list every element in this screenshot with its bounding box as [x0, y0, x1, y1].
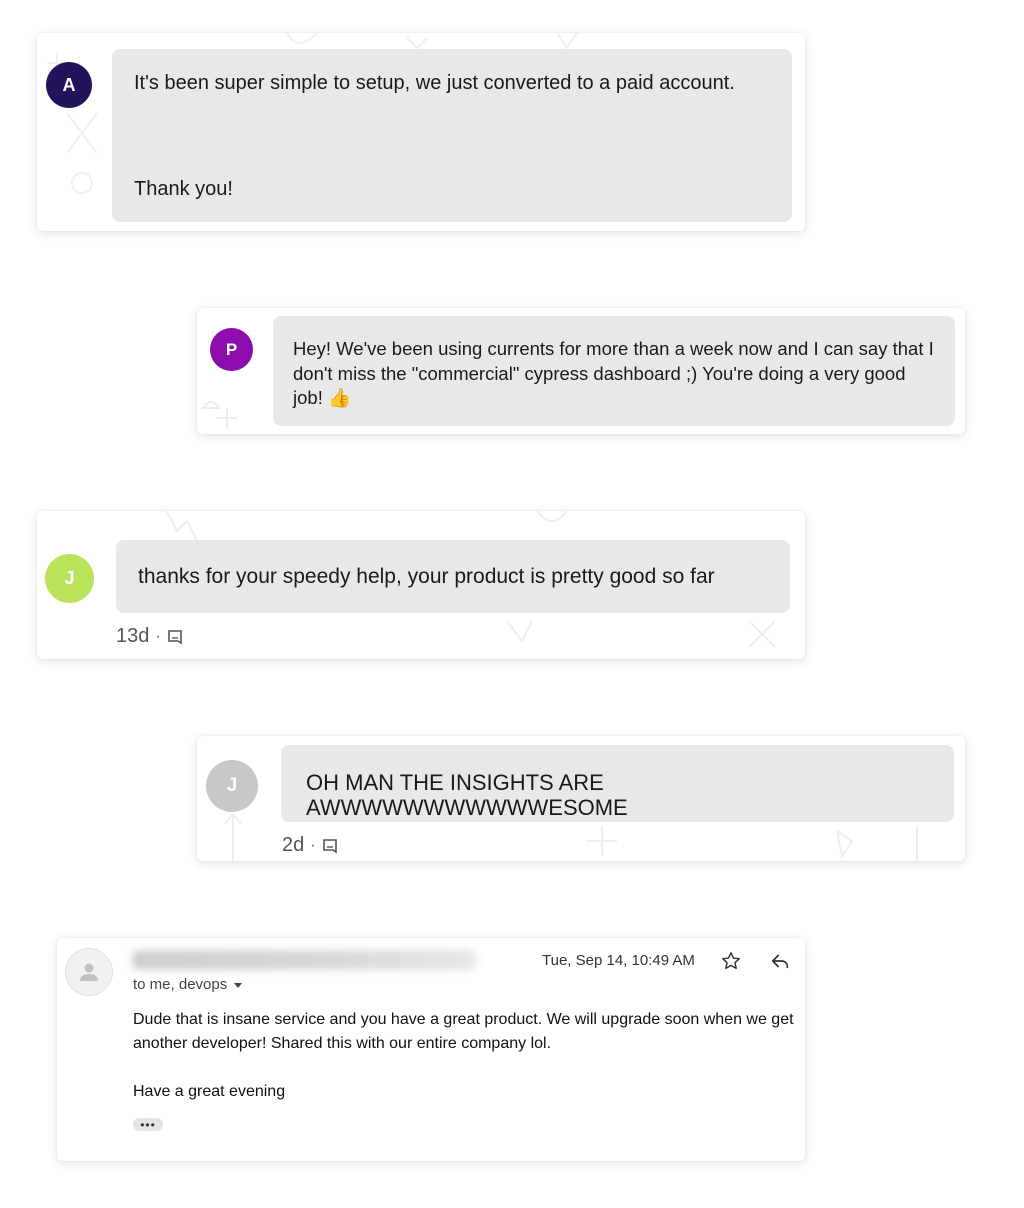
email-paragraph: Dude that is insane service and you have…: [133, 1011, 794, 1052]
message-card-3: J thanks for your speedy help, your prod…: [37, 511, 805, 659]
email-card: Tue, Sep 14, 10:49 AM to me, devops Dude…: [57, 938, 805, 1161]
meta-separator: ·: [310, 836, 316, 854]
avatar-initial: J: [226, 775, 238, 796]
message-line: It's been super simple to setup, we just…: [134, 72, 735, 94]
avatar-initial: P: [225, 339, 238, 359]
message-bubble: It's been super simple to setup, we just…: [112, 49, 792, 222]
email-paragraph: Have a great evening: [133, 1083, 286, 1100]
star-icon: [722, 952, 740, 970]
reply-icon: [771, 954, 789, 969]
message-card-2: P Hey! We've been using currents for mor…: [197, 308, 965, 434]
email-body: Dude that is insane service and you have…: [133, 1008, 803, 1104]
message-time: 2d: [282, 834, 305, 856]
caret-down-icon: [234, 982, 243, 988]
message-text: Hey! We've been using currents for more …: [293, 338, 934, 408]
message-meta: 13d ·: [116, 625, 183, 648]
message-line: Thank you!: [134, 178, 233, 200]
sender-name-redacted: [131, 950, 477, 970]
message-card-1: A It's been super simple to setup, we ju…: [37, 33, 805, 231]
message-text: thanks for your speedy help, your produc…: [138, 565, 715, 588]
message-bubble: OH MAN THE INSIGHTS ARE AWWWWWWWWWWWESOM…: [281, 745, 954, 822]
comment-icon[interactable]: [322, 838, 338, 854]
meta-separator: ·: [155, 627, 161, 645]
message-text: OH MAN THE INSIGHTS ARE AWWWWWWWWWWWESOM…: [306, 770, 628, 820]
message-bubble: thanks for your speedy help, your produc…: [116, 540, 790, 613]
recipients-text: to me, devops: [133, 976, 228, 993]
reply-button[interactable]: [768, 949, 792, 973]
message-bubble: Hey! We've been using currents for more …: [273, 316, 955, 426]
message-card-4: J OH MAN THE INSIGHTS ARE AWWWWWWWWWWWES…: [197, 736, 965, 861]
avatar: A: [46, 62, 92, 108]
avatar: J: [206, 760, 258, 812]
star-button[interactable]: [719, 949, 743, 973]
avatar-initial: A: [62, 74, 76, 95]
message-time: 13d: [116, 625, 150, 647]
message-meta: 2d ·: [282, 834, 338, 857]
avatar-initial: J: [64, 568, 75, 588]
show-trimmed-content-button[interactable]: •••: [133, 1118, 163, 1131]
avatar: J: [45, 554, 94, 603]
avatar: P: [210, 328, 253, 371]
email-date: Tue, Sep 14, 10:49 AM: [542, 952, 695, 969]
sender-avatar[interactable]: [65, 948, 113, 996]
comment-icon[interactable]: [167, 629, 183, 645]
recipients-dropdown[interactable]: to me, devops: [133, 976, 243, 993]
person-icon: [80, 963, 98, 981]
